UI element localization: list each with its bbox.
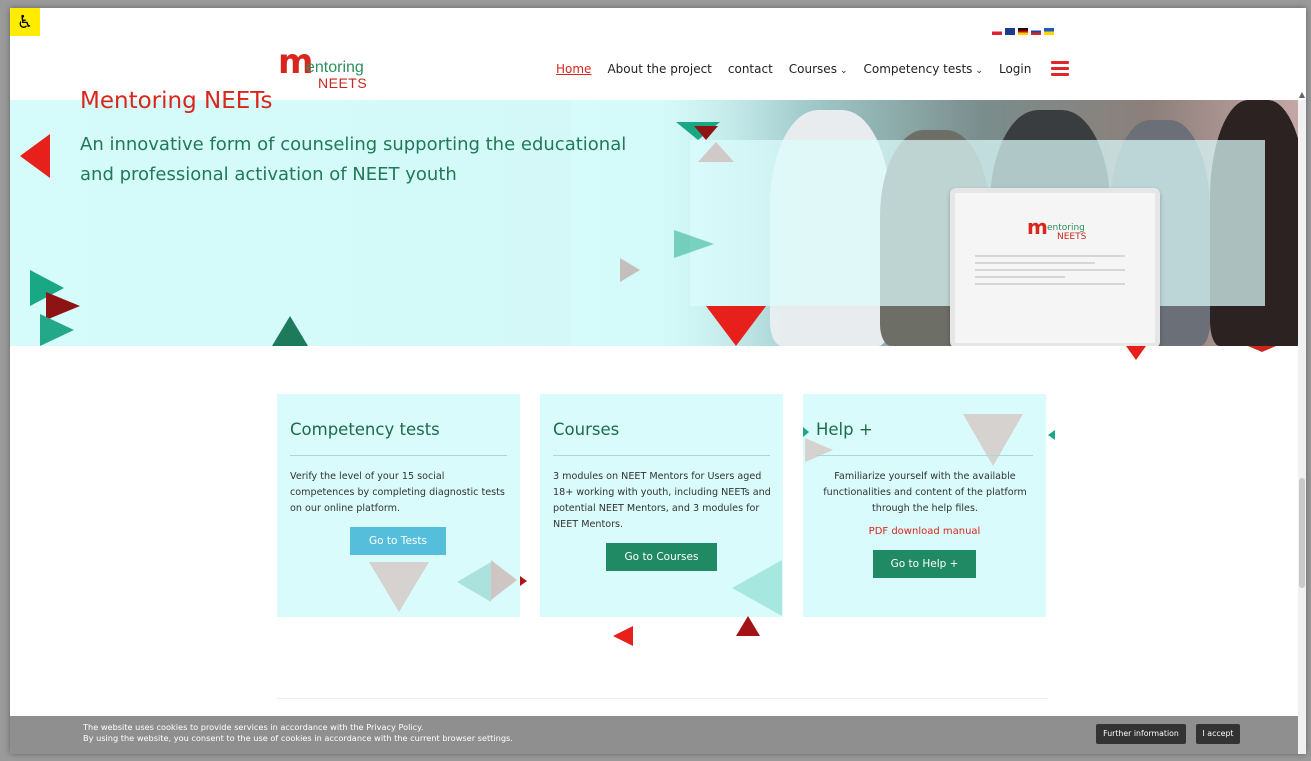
further-information-button[interactable]: Further information [1096, 724, 1186, 744]
language-switcher [992, 28, 1054, 35]
flag-pl-icon[interactable] [992, 28, 1002, 35]
decor-triangle [694, 126, 718, 140]
browser-viewport: ♿ m entoring NEETS Home About the projec… [10, 8, 1306, 754]
decor-triangle [674, 230, 714, 258]
nav-competency-tests-label: Competency tests [863, 61, 973, 76]
decor-triangle [620, 258, 640, 282]
vertical-scrollbar[interactable]: ▲ [1298, 90, 1306, 754]
card-courses: Courses 3 modules on NEET Mentors for Us… [540, 394, 783, 617]
nav-courses-label: Courses [788, 61, 837, 76]
decor-triangle [457, 562, 491, 602]
tablet-logo-neets: NEETS [1057, 232, 1087, 242]
cookie-banner: The website uses cookies to provide serv… [10, 716, 1306, 754]
card-title: Help + [816, 420, 873, 439]
nav-contact[interactable]: contact [728, 62, 773, 76]
tablet-logo-m: m [1027, 215, 1048, 239]
flag-de-icon[interactable] [1018, 28, 1028, 35]
accessibility-button[interactable]: ♿ [10, 8, 40, 36]
chevron-down-icon: ⌄ [839, 65, 848, 76]
nav-login[interactable]: Login [999, 62, 1031, 76]
decor-triangle [732, 560, 782, 616]
cookie-message: The website uses cookies to provide serv… [83, 722, 513, 744]
decor-triangle [520, 576, 527, 586]
decor-triangle [20, 134, 50, 178]
decor-triangle [1048, 430, 1055, 440]
decor-triangle [613, 626, 633, 646]
go-to-tests-button[interactable]: Go to Tests [350, 527, 446, 555]
decor-triangle [369, 562, 429, 612]
nav-home[interactable]: Home [556, 62, 591, 76]
main-nav: Home About the project contact Courses ⌄ … [556, 61, 1070, 76]
card-title: Courses [553, 420, 620, 439]
section-divider [277, 698, 1047, 699]
nav-about[interactable]: About the project [607, 62, 711, 76]
decor-triangle [736, 616, 760, 636]
logo-text-neets: NEETS [318, 75, 368, 91]
cookie-message-line2: By using the website, you consent to the… [83, 733, 513, 743]
decor-triangle [1248, 346, 1276, 352]
card-text: 3 modules on NEET Mentors for Users aged… [553, 471, 771, 530]
decor-triangle [40, 314, 74, 346]
card-text: Verify the level of your 15 social compe… [290, 471, 505, 514]
go-to-courses-button[interactable]: Go to Courses [606, 543, 717, 571]
cookie-message-line1: The website uses cookies to provide serv… [83, 722, 424, 732]
tablet-image: m entoring NEETS [950, 188, 1160, 346]
site-logo[interactable]: m entoring NEETS [278, 42, 388, 92]
flag-ua-icon[interactable] [1044, 28, 1054, 35]
flag-ru-icon[interactable] [1031, 28, 1041, 35]
flag-gb-icon[interactable] [1005, 28, 1015, 35]
card-help: Help + Familiarize yourself with the ava… [803, 394, 1046, 617]
nav-courses[interactable]: Courses ⌄ [789, 62, 848, 76]
hero-subtitle: An innovative form of counseling support… [80, 134, 627, 185]
go-to-help-button[interactable]: Go to Help + [873, 550, 976, 578]
card-title: Competency tests [290, 420, 440, 439]
decor-triangle [963, 414, 1023, 466]
decor-triangle [706, 306, 766, 346]
hero-title: Mentoring NEETs [80, 88, 273, 114]
decor-triangle [272, 316, 308, 346]
card-divider [553, 455, 770, 456]
decor-triangle [805, 438, 833, 462]
decor-triangle [698, 142, 734, 162]
card-competency-tests: Competency tests Verify the level of you… [277, 394, 520, 617]
chevron-down-icon: ⌄ [975, 65, 983, 76]
accept-cookies-button[interactable]: I accept [1196, 724, 1240, 744]
scroll-up-arrow-icon[interactable]: ▲ [1298, 90, 1306, 100]
card-text: Familiarize yourself with the available … [823, 471, 1027, 514]
nav-competency-tests[interactable]: Competency tests ⌄ [864, 62, 983, 76]
decor-triangle [491, 560, 517, 600]
pdf-download-manual-link[interactable]: PDF download manual [803, 526, 1046, 537]
wheelchair-icon: ♿ [16, 11, 34, 33]
decor-triangle [1126, 346, 1146, 360]
card-divider [290, 455, 507, 456]
scrollbar-thumb[interactable] [1299, 478, 1305, 588]
hamburger-menu-icon[interactable] [1051, 61, 1070, 76]
card-divider [816, 455, 1033, 456]
